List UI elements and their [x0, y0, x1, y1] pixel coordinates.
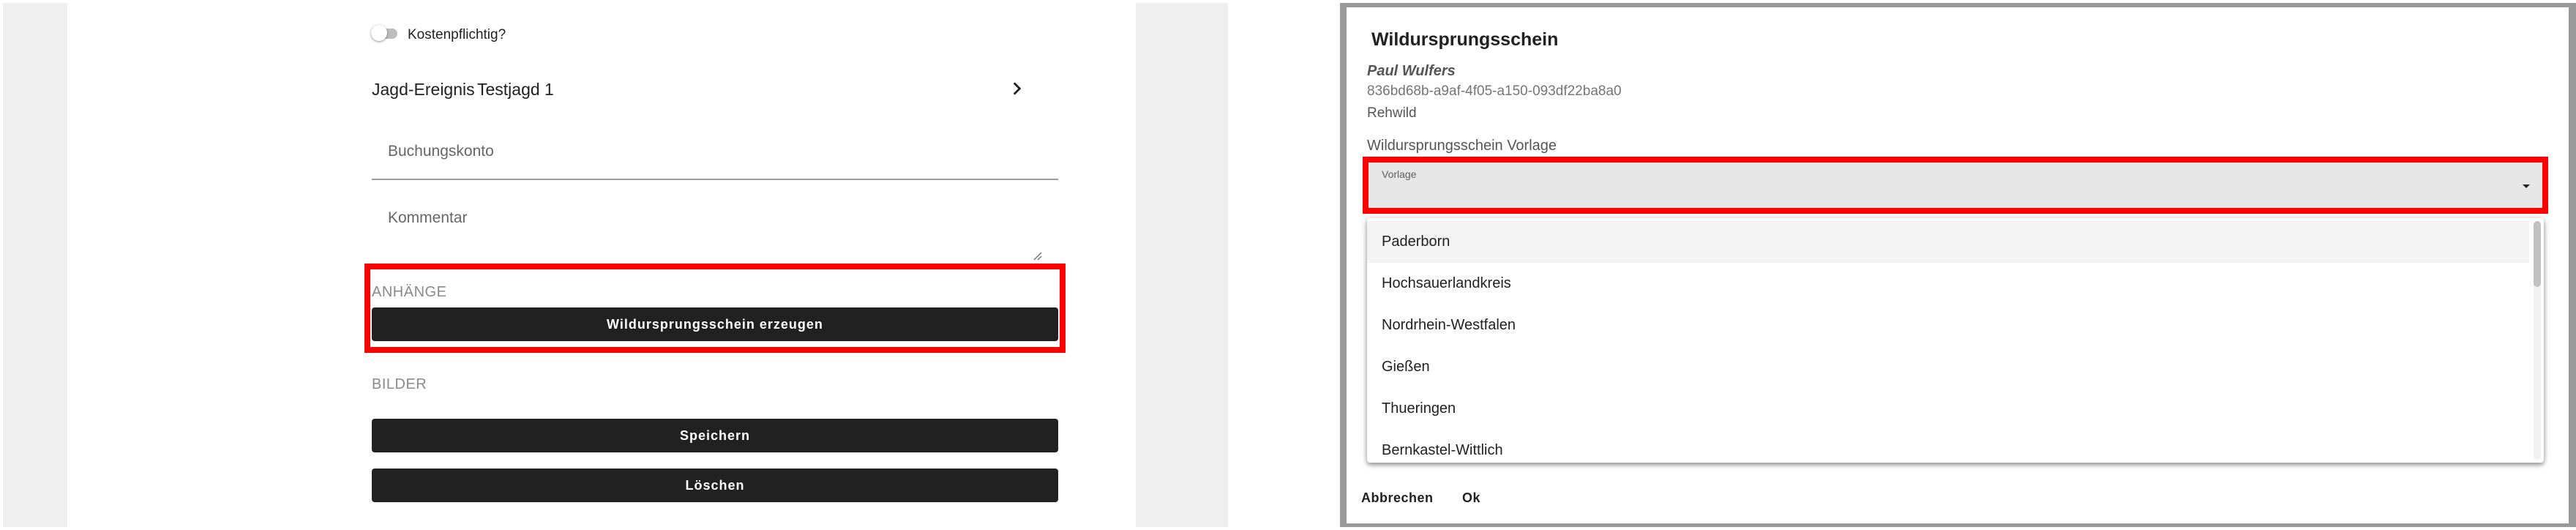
option-item[interactable]: Gießen — [1367, 346, 2529, 388]
highlight-box — [1363, 157, 2548, 214]
booking-account-field[interactable]: Buchungskonto — [372, 132, 1058, 180]
cost-toggle-label: Kostenpflichtig? — [408, 27, 506, 42]
option-item[interactable]: Bernkastel-Wittlich — [1367, 430, 2529, 463]
highlight-box — [364, 264, 1066, 353]
template-section-label: Wildursprungsschein Vorlage — [1367, 138, 1557, 154]
dialog-title: Wildursprungsschein — [1371, 29, 1559, 50]
separator — [1228, 0, 1340, 530]
options-scrollbar[interactable] — [2534, 221, 2541, 460]
option-item[interactable]: Thueringen — [1367, 388, 2529, 430]
booking-account-label: Buchungskonto — [388, 143, 494, 160]
images-heading: BILDER — [372, 376, 427, 392]
save-button[interactable]: Speichern — [372, 419, 1058, 452]
record-id: 836bd68b-a9af-4f05-a150-093df22ba8a0 — [1367, 83, 1622, 99]
person-name: Paul Wulfers — [1367, 63, 1456, 79]
scrollbar-thumb[interactable] — [2534, 221, 2541, 287]
option-item[interactable]: Nordrhein-Westfalen — [1367, 305, 2529, 346]
form-page: Kostenpflichtig? Jagd-Ereignis Testjagd … — [67, 3, 1136, 527]
delete-button[interactable]: Löschen — [372, 469, 1058, 502]
comment-field[interactable]: Kommentar — [372, 199, 1058, 262]
left-screenshot: Kostenpflichtig? Jagd-Ereignis Testjagd … — [3, 3, 1228, 527]
certificate-dialog: Wildursprungsschein Paul Wulfers 836bd68… — [1347, 7, 2569, 523]
game-type: Rehwild — [1367, 105, 1417, 121]
hunt-event-row[interactable]: Jagd-Ereignis Testjagd 1 — [372, 73, 1096, 105]
option-item[interactable]: Paderborn — [1367, 221, 2529, 263]
template-options-list: Paderborn Hochsauerlandkreis Nordrhein-W… — [1367, 218, 2544, 463]
chevron-right-icon[interactable] — [1007, 79, 1026, 98]
toggle-thumb — [371, 25, 387, 41]
comment-label: Kommentar — [388, 209, 468, 226]
hunt-event-label: Jagd-Ereignis — [372, 80, 475, 99]
hunt-event-value: Testjagd 1 — [477, 80, 554, 99]
ok-button[interactable]: Ok — [1462, 490, 1480, 506]
cost-toggle[interactable] — [371, 25, 399, 41]
cancel-button[interactable]: Abbrechen — [1361, 490, 1434, 506]
option-item[interactable]: Hochsauerlandkreis — [1367, 263, 2529, 305]
resize-handle-icon[interactable] — [1032, 250, 1042, 261]
